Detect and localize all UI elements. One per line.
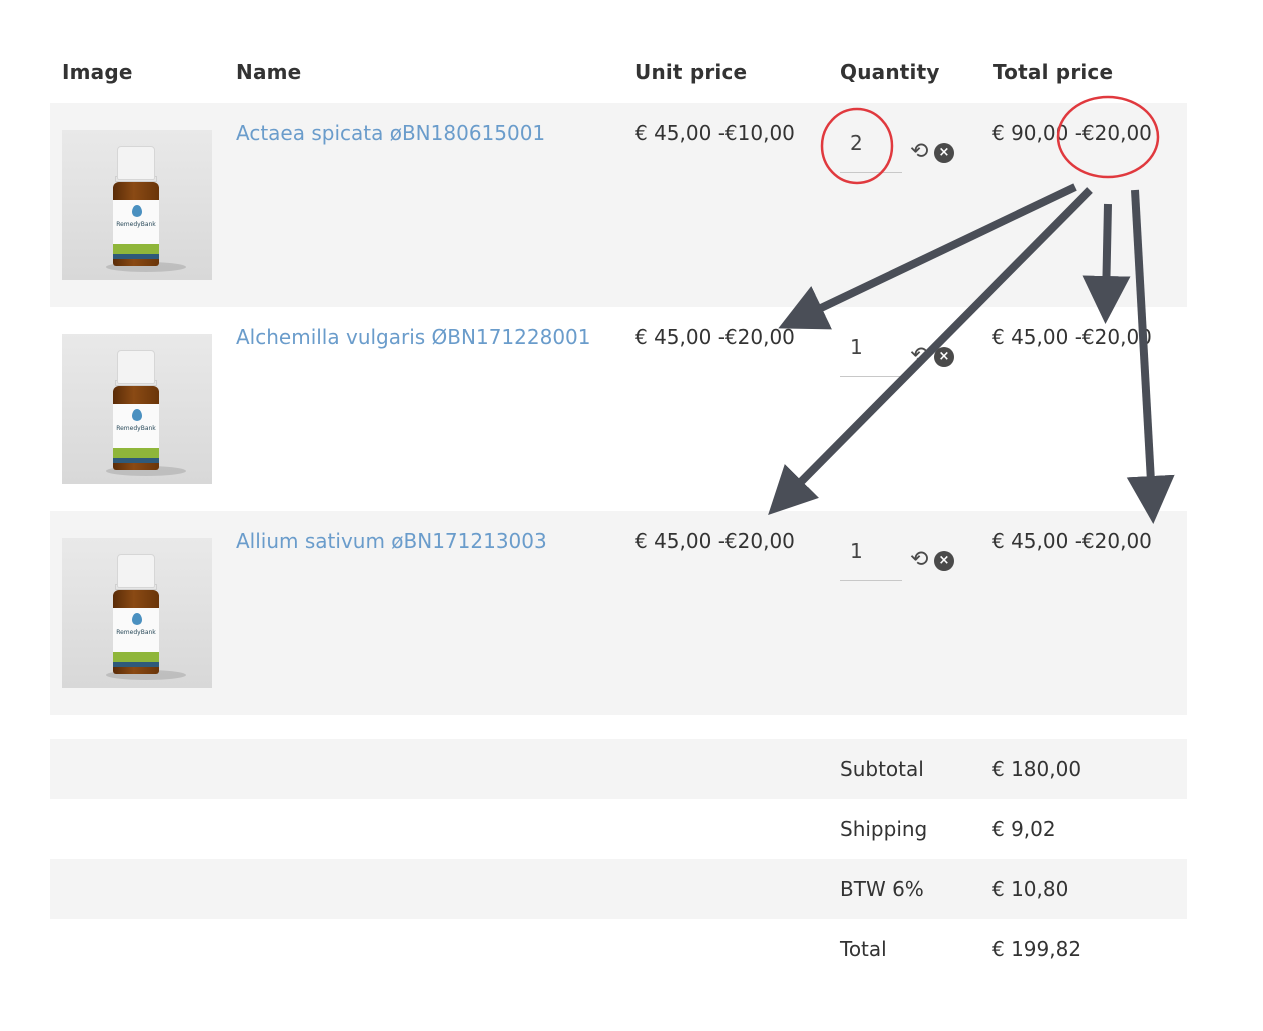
annotation-arrow <box>1082 203 1131 324</box>
annotation-overlay <box>768 95 1175 524</box>
total-highlight-circle <box>1056 95 1160 179</box>
annotation-arrow <box>768 187 1093 516</box>
annotation-arrow <box>778 183 1077 330</box>
annotation-arrow <box>1126 189 1175 524</box>
quantity-highlight-circle <box>820 107 894 185</box>
